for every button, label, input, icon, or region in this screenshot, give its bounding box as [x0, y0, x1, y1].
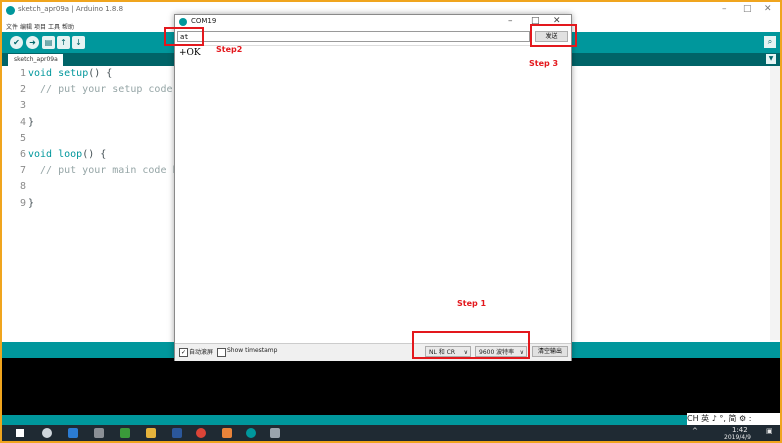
open-sketch-icon[interactable]: ↑ [57, 36, 70, 49]
line-number: 1 [19, 68, 26, 79]
code-text: } [28, 116, 35, 128]
arduino-logo-icon [6, 6, 15, 15]
ime-indicator[interactable]: CH 英 ♪ °, 简 ⚙ : [687, 413, 780, 425]
app-icon[interactable] [222, 428, 232, 438]
upload-icon[interactable]: ➜ [26, 36, 39, 49]
menu-edit[interactable]: 编辑 [20, 22, 32, 31]
code-line[interactable]: 7 // put your main code he [2, 165, 185, 181]
menu-help[interactable]: 帮助 [62, 22, 74, 31]
serial-monitor-window: COM19 – □ ✕ 发送 +OK ✓ 自动滚屏 Show timestamp… [174, 14, 572, 361]
ide-window-title: sketch_apr09a | Arduino 1.8.8 [18, 5, 124, 13]
menu-sketch[interactable]: 项目 [34, 22, 46, 31]
task-app-icon[interactable] [94, 428, 104, 438]
timestamp-checkbox[interactable] [217, 348, 226, 357]
line-number: 7 [19, 165, 26, 177]
code-line[interactable]: 2 // put your setup code h [2, 84, 185, 100]
outlook-icon[interactable] [68, 428, 78, 438]
verify-icon[interactable]: ✔ [10, 36, 23, 49]
code-line[interactable]: 8 [2, 181, 28, 197]
chrome-icon[interactable] [196, 428, 206, 438]
code-text: () { [88, 68, 113, 79]
notification-icon[interactable]: ▣ [766, 427, 773, 435]
code-line[interactable]: 4} [2, 117, 34, 133]
step1-label: Step 1 [457, 299, 487, 308]
code-keyword: void [28, 68, 53, 79]
code-keyword: void [28, 149, 53, 160]
code-comment: // put your main code he [28, 165, 185, 177]
line-number: 9 [19, 197, 26, 209]
screenshot-frame: sketch_apr09a | Arduino 1.8.8 – □ ✕ 文件 编… [0, 0, 782, 443]
autoscroll-checkbox[interactable]: ✓ [179, 348, 188, 357]
code-keyword: setup [58, 68, 89, 79]
excel-icon[interactable] [120, 428, 130, 438]
code-line[interactable]: 3 [2, 100, 28, 116]
step3-label: Step 3 [529, 59, 559, 68]
serial-port-title: COM19 [191, 17, 217, 25]
serial-monitor-title-bar: COM19 – □ ✕ [175, 15, 571, 29]
line-number: 5 [19, 132, 26, 144]
serial-monitor-icon[interactable]: ⌕ [764, 36, 776, 48]
tab-sketch[interactable]: sketch_apr09a [8, 54, 63, 66]
code-line[interactable]: 1 void setup() { [2, 68, 112, 84]
search-icon[interactable] [42, 428, 52, 438]
save-sketch-icon[interactable]: ↓ [72, 36, 85, 49]
serial-output: +OK [177, 45, 567, 346]
ime-extra: 英 ♪ °, 简 ⚙ : [701, 414, 752, 423]
code-line[interactable]: 5 [2, 133, 28, 149]
windows-start-icon[interactable] [16, 429, 24, 437]
ime-mode: CH [687, 414, 699, 423]
code-line[interactable]: 9} [2, 198, 34, 214]
code-comment: // put your setup code h [28, 84, 185, 96]
step1-highlight-box [412, 331, 530, 359]
step2-highlight-box [164, 27, 204, 46]
step3-highlight-box [530, 24, 577, 47]
minimize-icon[interactable]: – [722, 4, 727, 14]
line-number: 8 [19, 181, 26, 193]
word-icon[interactable] [172, 428, 182, 438]
windows-taskbar: ^ 1:42 2019/4/9 ▣ [2, 425, 780, 441]
clock-date: 2019/4/9 [724, 434, 751, 441]
menu-file[interactable]: 文件 [6, 22, 18, 31]
clear-output-button[interactable]: 清空输出 [532, 346, 568, 357]
line-number: 4 [19, 116, 26, 128]
step2-label: Step2 [216, 45, 243, 54]
editor-scrollbar[interactable] [770, 66, 780, 340]
line-number: 2 [19, 84, 26, 96]
serial-input[interactable] [177, 31, 530, 42]
clock-time: 1:42 [732, 426, 748, 434]
line-number: 3 [19, 100, 26, 112]
code-text: } [28, 197, 35, 209]
arduino-task-icon[interactable] [246, 428, 256, 438]
file-explorer-icon[interactable] [146, 428, 156, 438]
ide-console [2, 358, 780, 415]
tab-menu-icon[interactable]: ▼ [766, 54, 776, 64]
ide-bottom-bar [2, 415, 780, 425]
line-number: 6 [19, 149, 26, 160]
tray-arrow-icon[interactable]: ^ [692, 427, 698, 435]
new-sketch-icon[interactable]: ▤ [42, 36, 55, 49]
serial-output-line: +OK [179, 48, 201, 58]
code-line[interactable]: 6 void loop() { [2, 149, 106, 165]
timestamp-label: Show timestamp [227, 347, 278, 354]
autoscroll-label: 自动滚屏 [189, 349, 214, 356]
minimize-icon[interactable]: – [508, 16, 513, 26]
maximize-icon[interactable]: □ [743, 4, 752, 14]
code-text: () { [82, 149, 107, 160]
close-icon[interactable]: ✕ [764, 4, 772, 14]
menu-tools[interactable]: 工具 [48, 22, 60, 31]
misc-app-icon[interactable] [270, 428, 280, 438]
code-keyword: loop [58, 149, 83, 160]
arduino-logo-icon [179, 18, 187, 26]
